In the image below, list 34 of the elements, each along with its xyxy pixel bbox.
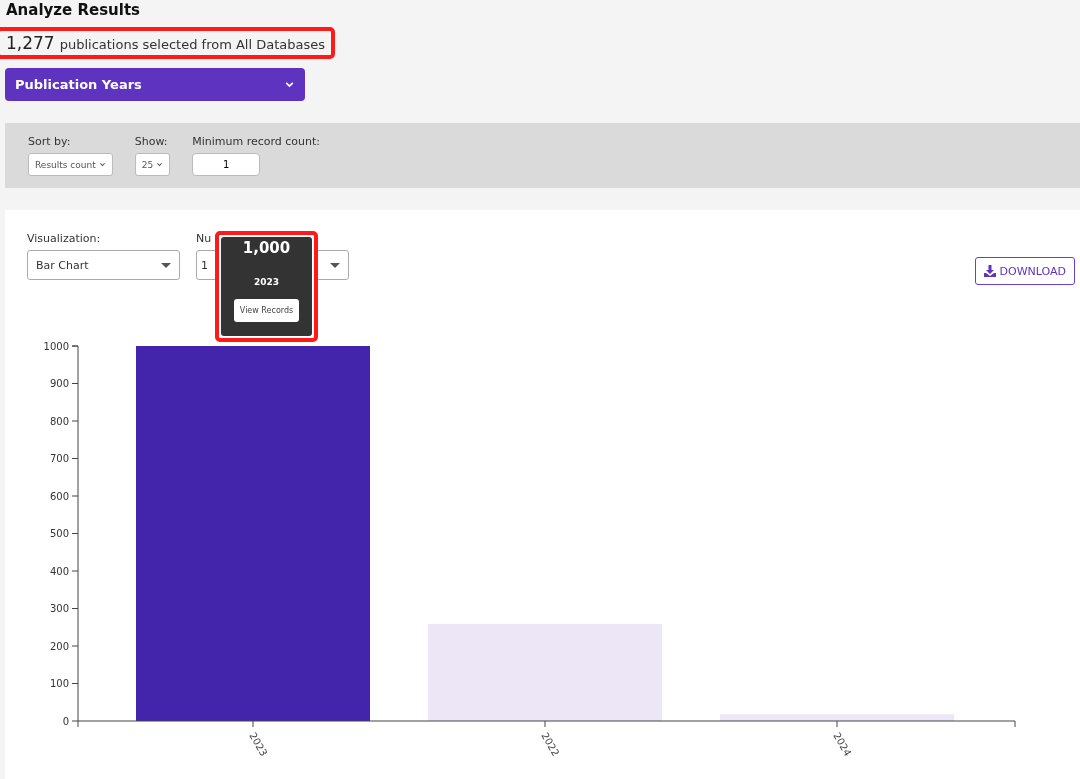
field-label: Nu <box>196 232 213 245</box>
bar[interactable] <box>720 714 954 721</box>
axis-label: 900 <box>49 378 69 389</box>
axis-label: 400 <box>49 565 69 577</box>
axis-label: 0 <box>62 715 69 727</box>
axis-label: 800 <box>49 415 69 427</box>
caret-down-icon <box>330 262 340 268</box>
input-field[interactable]: 1 <box>192 153 261 176</box>
select-dropdown[interactable]: Bar Chart <box>27 250 180 280</box>
field-label: Visualization: <box>27 232 102 245</box>
axis-label: 600 <box>49 490 69 502</box>
axis-label: 700 <box>49 453 69 464</box>
axis-label: 300 <box>49 603 69 614</box>
axis-label: 1000 <box>43 340 69 352</box>
tooltip-category: 2023 <box>253 277 280 287</box>
axis-label: 500 <box>49 528 69 539</box>
caret-down-icon <box>161 262 171 268</box>
view-records-button[interactable]: View Records <box>233 299 300 322</box>
page-title: Analyze Results <box>5 0 142 19</box>
filter-label: Sort by: <box>28 135 72 148</box>
summary-text: publications selected from All Databases <box>59 37 325 52</box>
download-icon <box>983 265 996 277</box>
filter-label: Minimum record count: <box>192 135 321 148</box>
axis-label: 200 <box>49 640 69 652</box>
result-count: 1,277 <box>6 33 55 53</box>
select-dropdown[interactable]: Results count <box>28 153 113 176</box>
chevron-down-icon <box>156 161 164 168</box>
field-dropdown[interactable]: Publication Years <box>5 68 305 101</box>
download-button[interactable]: DOWNLOAD <box>974 257 1075 285</box>
filter-label: Show: <box>134 135 169 148</box>
tooltip-value: 1,000 <box>242 239 291 257</box>
chevron-down-icon <box>98 161 106 168</box>
axis-label: 100 <box>49 678 69 689</box>
select-dropdown[interactable]: 25 <box>134 153 171 176</box>
